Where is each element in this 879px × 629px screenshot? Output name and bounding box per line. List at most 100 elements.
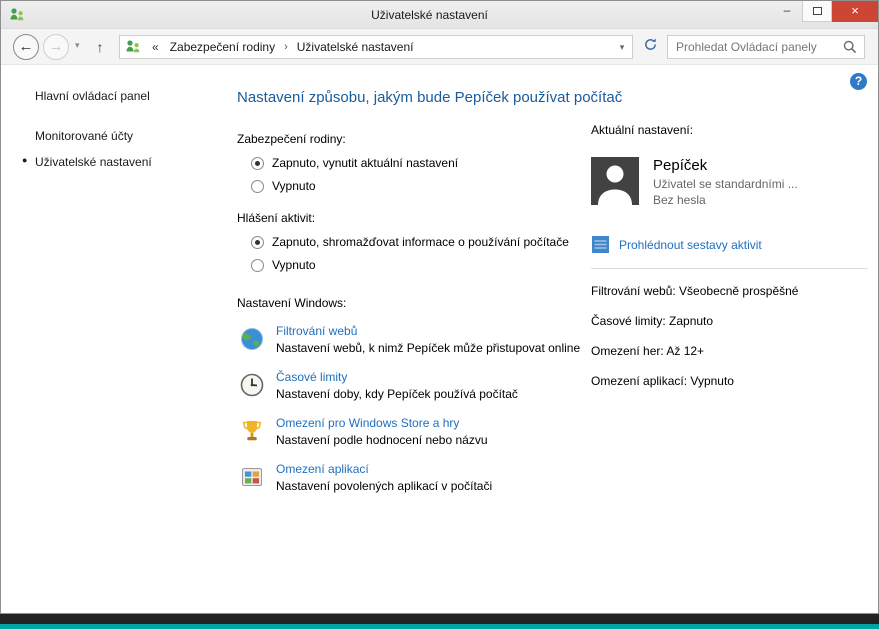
taskbar-accent-strip [0,624,879,629]
radio-label: Vypnuto [272,179,316,193]
sidebar-item-label: Monitorované účty [35,129,133,143]
sidebar: Hlavní ovládací panel Monitorované účty … [1,83,223,175]
maximize-button[interactable] [802,1,832,22]
status-value: Všeobecně prospěšné [679,284,798,298]
chevron-down-icon: ▾ [75,40,80,50]
breadcrumb-separator-icon: › [280,41,292,53]
sidebar-item-user-settings[interactable]: ● Uživatelské nastavení [1,149,223,175]
back-button[interactable]: ← [13,34,39,60]
store-games-row: Omezení pro Windows Store a hry Nastaven… [237,416,589,447]
minimize-button[interactable]: – [772,1,802,22]
status-label: Časové limity: [591,314,666,328]
content-area: ? Hlavní ovládací panel Monitorované účt… [1,65,878,613]
window: Uživatelské nastavení – × ← → ▾ ↑ « Zabe… [0,0,879,614]
app-restrictions-description: Nastavení povolených aplikací v počítači [276,479,492,493]
minimize-icon: – [784,3,791,17]
status-value: Vypnuto [690,374,734,388]
radio-activity-on[interactable] [251,236,264,249]
app-restrictions-status: Omezení aplikací: Vypnuto [591,374,868,388]
maximize-icon [813,7,822,15]
recent-pages-dropdown[interactable]: ▾ [75,40,80,51]
status-value: Zapnuto [669,314,713,328]
user-avatar [591,157,639,205]
close-icon: × [851,3,859,18]
user-password-status: Bez hesla [653,193,798,207]
activity-reporting-group-label: Hlášení aktivit: [237,211,589,225]
time-limits-row: Časové limity Nastavení doby, kdy Pepíče… [237,370,589,401]
refresh-icon [643,37,658,52]
help-button[interactable]: ? [850,73,867,90]
trophy-icon [239,418,265,444]
web-filtering-link[interactable]: Filtrování webů [276,324,580,338]
search-input[interactable] [668,40,842,54]
sidebar-item-label: Hlavní ovládací panel [35,89,150,103]
titlebar[interactable]: Uživatelské nastavení – × [1,1,878,29]
time-limits-link[interactable]: Časové limity [276,370,518,384]
user-card: Pepíček Uživatel se standardními ... Bez… [591,157,868,209]
family-safety-app-icon [9,7,25,23]
time-limits-description: Nastavení doby, kdy Pepíček používá počí… [276,387,518,401]
close-button[interactable]: × [832,1,878,22]
time-limits-status: Časové limity: Zapnuto [591,314,868,328]
breadcrumb: « Zabezpečení rodiny › Uživatelské nasta… [119,35,633,59]
back-icon: ← [19,38,34,55]
web-filtering-row: Filtrování webů Nastavení webů, k nimž P… [237,324,589,355]
sidebar-item-monitored-accounts[interactable]: Monitorované účty [1,123,223,149]
windows-settings-label: Nastavení Windows: [237,296,589,310]
radio-label: Zapnuto, vynutit aktuální nastavení [272,156,458,170]
globe-icon [239,326,265,352]
radio-row-family-safety-on[interactable]: Zapnuto, vynutit aktuální nastavení [251,156,589,170]
toolbar: ← → ▾ ↑ « Zabezpečení rodiny › Uživatels… [1,29,878,65]
window-title: Uživatelské nastavení [101,1,758,29]
activity-report-icon [591,235,610,254]
taskbar-edge [0,614,879,624]
current-page-bullet-icon: ● [22,155,27,165]
radio-label: Vypnuto [272,258,316,272]
help-icon: ? [855,74,862,88]
forward-icon: → [49,38,64,55]
radio-activity-off[interactable] [251,259,264,272]
clock-icon [239,372,265,398]
search-icon[interactable] [842,39,858,55]
status-label: Omezení her: [591,344,664,358]
app-restrictions-link[interactable]: Omezení aplikací [276,462,492,476]
web-filtering-status: Filtrování webů: Všeobecně prospěšné [591,284,868,298]
status-label: Omezení aplikací: [591,374,687,388]
up-button[interactable]: ↑ [89,36,111,58]
sidebar-item-label: Uživatelské nastavení [35,155,152,169]
breadcrumb-item-user-settings[interactable]: Uživatelské nastavení [292,40,419,54]
sidebar-item-control-panel-home[interactable]: Hlavní ovládací panel [1,83,223,109]
status-label: Filtrování webů: [591,284,676,298]
family-safety-icon [125,39,141,55]
up-icon: ↑ [97,39,104,55]
breadcrumb-item-family-safety[interactable]: Zabezpečení rodiny [165,40,280,54]
radio-label: Zapnuto, shromažďovat informace o použív… [272,235,569,249]
app-restrictions-row: Omezení aplikací Nastavení povolených ap… [237,462,589,493]
summary-divider [591,268,868,269]
store-games-restrictions-description: Nastavení podle hodnocení nebo názvu [276,433,488,447]
radio-row-activity-off[interactable]: Vypnuto [251,258,589,272]
radio-family-safety-on[interactable] [251,157,264,170]
search-box [667,35,865,59]
breadcrumb-overflow[interactable]: « [146,40,165,54]
page-title: Nastavení způsobu, jakým bude Pepíček po… [237,89,589,106]
user-name: Pepíček [653,157,798,174]
current-settings-panel: Aktuální nastavení: Pepíček Uživatel se … [591,123,868,404]
web-filtering-description: Nastavení webů, k nimž Pepíček může přis… [276,341,580,355]
main-panel: Nastavení způsobu, jakým bude Pepíček po… [237,89,589,508]
breadcrumb-dropdown-icon[interactable]: ▾ [612,42,632,53]
status-value: Až 12+ [666,344,704,358]
game-restrictions-status: Omezení her: Až 12+ [591,344,868,358]
radio-row-activity-on[interactable]: Zapnuto, shromažďovat informace o použív… [251,235,589,249]
refresh-button[interactable] [639,37,661,57]
radio-family-safety-off[interactable] [251,180,264,193]
user-account-type: Uživatel se standardními ... [653,177,798,191]
current-settings-title: Aktuální nastavení: [591,123,868,137]
family-safety-group-label: Zabezpečení rodiny: [237,132,589,146]
view-activity-reports-link[interactable]: Prohlédnout sestavy aktivit [619,238,762,252]
view-activity-reports-row[interactable]: Prohlédnout sestavy aktivit [591,235,868,254]
radio-row-family-safety-off[interactable]: Vypnuto [251,179,589,193]
forward-button[interactable]: → [43,34,69,60]
apps-icon [239,464,265,490]
store-games-restrictions-link[interactable]: Omezení pro Windows Store a hry [276,416,488,430]
